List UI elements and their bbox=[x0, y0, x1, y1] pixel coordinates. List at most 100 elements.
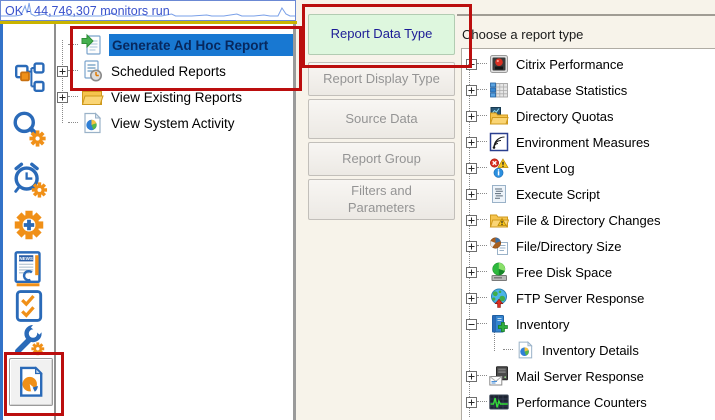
tree-item-inventory[interactable]: Inventory bbox=[464, 311, 715, 337]
event-log-icon bbox=[489, 158, 509, 178]
tree-item-view-system-activity[interactable]: View System Activity bbox=[56, 110, 293, 136]
tab-report-group[interactable]: Report Group bbox=[308, 142, 455, 176]
expand-plus-icon[interactable] bbox=[57, 92, 68, 103]
tree-item-label[interactable]: Directory Quotas bbox=[516, 109, 614, 124]
report-type-list: Citrix Performance Database Statistics Dir… bbox=[461, 48, 715, 420]
tree-connector bbox=[477, 323, 487, 325]
tree-item-label[interactable]: Generate Ad Hoc Report bbox=[112, 38, 268, 53]
tree-item-mail-server-response[interactable]: Mail Server Response bbox=[464, 363, 715, 389]
tree-item-label[interactable]: Inventory Details bbox=[542, 343, 639, 358]
expand-plus-icon[interactable] bbox=[466, 371, 477, 382]
tree-connector bbox=[503, 349, 513, 351]
tree-item-label[interactable]: Execute Script bbox=[516, 187, 600, 202]
tree-connector bbox=[477, 167, 487, 169]
add-gear-icon[interactable] bbox=[10, 206, 48, 244]
performance-counters-icon bbox=[489, 392, 509, 412]
tree-connector bbox=[68, 122, 78, 124]
tree-item-label[interactable]: Database Statistics bbox=[516, 83, 627, 98]
tree-indent bbox=[492, 345, 503, 356]
tab-filters-and-parameters[interactable]: Filters and Parameters bbox=[308, 179, 455, 220]
tab-report-display-type[interactable]: Report Display Type bbox=[308, 62, 455, 96]
tree-item-event-log[interactable]: Event Log bbox=[464, 155, 715, 181]
tree-item-generate-ad-hoc-report[interactable]: Generate Ad Hoc Report bbox=[56, 32, 293, 58]
checklist-icon[interactable] bbox=[10, 288, 48, 324]
tree-item-label[interactable]: View Existing Reports bbox=[111, 90, 242, 105]
server-tree-icon[interactable] bbox=[10, 62, 48, 94]
expand-plus-icon[interactable] bbox=[57, 66, 68, 77]
tree-item-inventory-details[interactable]: Inventory Details bbox=[464, 337, 715, 363]
tree-item-label[interactable]: Performance Counters bbox=[516, 395, 647, 410]
tree-item-scheduled-reports[interactable]: Scheduled Reports bbox=[56, 58, 293, 84]
file-directory-changes-icon bbox=[489, 210, 509, 230]
tree-item-label[interactable]: Event Log bbox=[516, 161, 575, 176]
execute-script-icon bbox=[489, 184, 509, 204]
citrix-performance-icon bbox=[489, 54, 509, 74]
tree-item-label[interactable]: Free Disk Space bbox=[516, 265, 612, 280]
inventory-icon bbox=[489, 314, 509, 334]
tree-item-label[interactable]: File & Directory Changes bbox=[516, 213, 661, 228]
tree-indent bbox=[57, 118, 68, 129]
tab-source-data[interactable]: Source Data bbox=[308, 99, 455, 139]
tree-connector bbox=[68, 44, 78, 46]
environment-measures-icon bbox=[489, 132, 509, 152]
tree-item-label[interactable]: Environment Measures bbox=[516, 135, 650, 150]
tree-connector bbox=[477, 141, 487, 143]
tools-wrench-icon[interactable] bbox=[10, 324, 48, 356]
tree-connector bbox=[477, 297, 487, 299]
expand-plus-icon[interactable] bbox=[466, 111, 477, 122]
tree-item-file-directory-size[interactable]: File/Directory Size bbox=[464, 233, 715, 259]
directory-quotas-icon bbox=[489, 106, 509, 126]
sidebar-toolbar: NEWS bbox=[3, 24, 56, 420]
expand-plus-icon[interactable] bbox=[466, 397, 477, 408]
tree-item-label[interactable]: View System Activity bbox=[111, 116, 235, 131]
ftp-server-response-icon bbox=[489, 288, 509, 308]
expand-plus-icon[interactable] bbox=[466, 293, 477, 304]
status-text: OK - 44,746,307 monitors run bbox=[5, 4, 170, 18]
expand-plus-icon[interactable] bbox=[466, 267, 477, 278]
tree-item-database-statistics[interactable]: Database Statistics bbox=[464, 77, 715, 103]
search-icon[interactable] bbox=[10, 108, 48, 150]
tree-item-label[interactable]: File/Directory Size bbox=[516, 239, 621, 254]
folder-reports-icon bbox=[80, 85, 104, 109]
tree-item-execute-script[interactable]: Execute Script bbox=[464, 181, 715, 207]
tree-item-performance-counters[interactable]: Performance Counters bbox=[464, 389, 715, 415]
tree-item-free-disk-space[interactable]: Free Disk Space bbox=[464, 259, 715, 285]
pie-document-icon bbox=[515, 340, 535, 360]
tree-item-environment-measures[interactable]: Environment Measures bbox=[464, 129, 715, 155]
tree-item-file-directory-changes[interactable]: File & Directory Changes bbox=[464, 207, 715, 233]
scheduled-reports-icon bbox=[80, 59, 104, 83]
pie-document-icon bbox=[80, 111, 104, 135]
adhoc-report-button[interactable] bbox=[9, 358, 53, 406]
tree-item-label[interactable]: FTP Server Response bbox=[516, 291, 644, 306]
news-report-icon[interactable]: NEWS bbox=[10, 246, 48, 292]
reports-navigation-tree: Generate Ad Hoc Report Scheduled Reports V… bbox=[56, 24, 296, 420]
tree-item-label[interactable]: Scheduled Reports bbox=[111, 64, 226, 79]
tab-report-data-type[interactable]: Report Data Type bbox=[308, 14, 455, 55]
panel-header: Choose a report type bbox=[462, 27, 583, 42]
expand-plus-icon[interactable] bbox=[466, 189, 477, 200]
app-window: OK - 44,746,307 monitors run NEWS Genera… bbox=[0, 0, 715, 420]
selected-highlight: Generate Ad Hoc Report bbox=[109, 34, 293, 56]
expand-plus-icon[interactable] bbox=[466, 59, 477, 70]
tree-item-label[interactable]: Citrix Performance bbox=[516, 57, 624, 72]
tree-connector bbox=[477, 245, 487, 247]
svg-text:NEWS: NEWS bbox=[19, 256, 33, 261]
expand-plus-icon[interactable] bbox=[466, 85, 477, 96]
tree-connector bbox=[68, 70, 78, 72]
tree-connector bbox=[477, 193, 487, 195]
tree-item-directory-quotas[interactable]: Directory Quotas bbox=[464, 103, 715, 129]
alarm-icon[interactable] bbox=[10, 157, 48, 202]
status-bar[interactable]: OK - 44,746,307 monitors run bbox=[0, 0, 296, 21]
expand-plus-icon[interactable] bbox=[466, 215, 477, 226]
tree-connector bbox=[477, 375, 487, 377]
expand-plus-icon[interactable] bbox=[466, 163, 477, 174]
adhoc-report-icon bbox=[14, 365, 48, 399]
tree-item-label[interactable]: Mail Server Response bbox=[516, 369, 644, 384]
expand-plus-icon[interactable] bbox=[466, 241, 477, 252]
tree-item-ftp-server-response[interactable]: FTP Server Response bbox=[464, 285, 715, 311]
expand-plus-icon[interactable] bbox=[466, 137, 477, 148]
collapse-minus-icon[interactable] bbox=[466, 319, 477, 330]
tree-item-citrix-performance[interactable]: Citrix Performance bbox=[464, 51, 715, 77]
tree-item-view-existing-reports[interactable]: View Existing Reports bbox=[56, 84, 293, 110]
tree-item-label[interactable]: Inventory bbox=[516, 317, 569, 332]
